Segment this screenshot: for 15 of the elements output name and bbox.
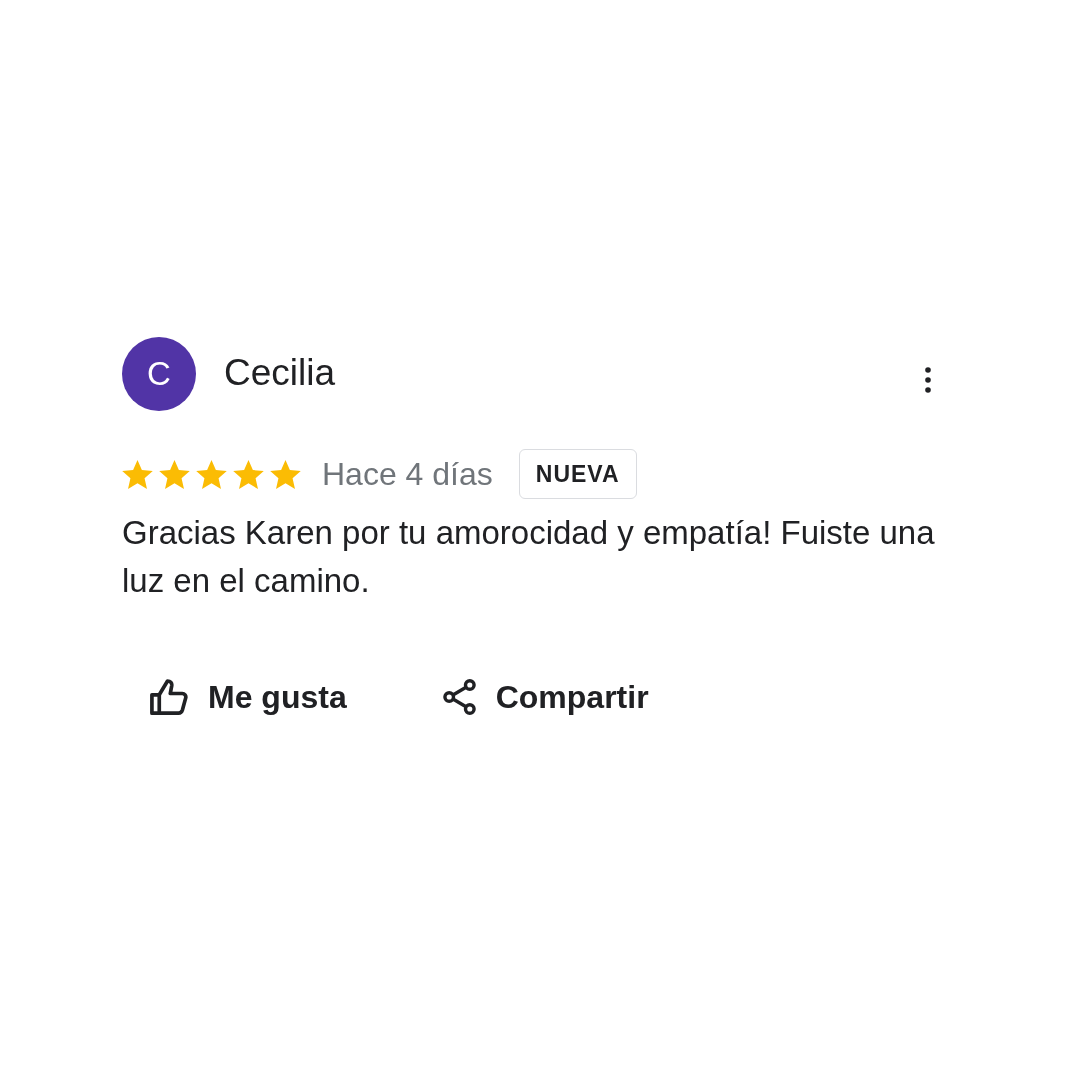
new-badge: NUEVA bbox=[518, 449, 637, 499]
thumbs-up-icon bbox=[150, 679, 188, 715]
reviewer-name: Cecilia bbox=[224, 354, 336, 391]
star-icon bbox=[196, 459, 227, 489]
star-icon bbox=[159, 459, 190, 489]
star-icon bbox=[233, 459, 264, 489]
star-icon bbox=[270, 459, 301, 489]
review-text: Gracias Karen por tu amorocidad y empatía! Fuiste una luz en el camino. bbox=[122, 513, 936, 601]
star-icon bbox=[122, 459, 153, 489]
share-button[interactable]: Compartir bbox=[428, 667, 663, 727]
review-time: Hace 4 días bbox=[322, 458, 493, 490]
like-button[interactable]: Me gusta bbox=[136, 667, 361, 727]
avatar: C bbox=[122, 337, 196, 411]
share-icon bbox=[442, 679, 476, 715]
more-vertical-icon bbox=[925, 367, 931, 393]
